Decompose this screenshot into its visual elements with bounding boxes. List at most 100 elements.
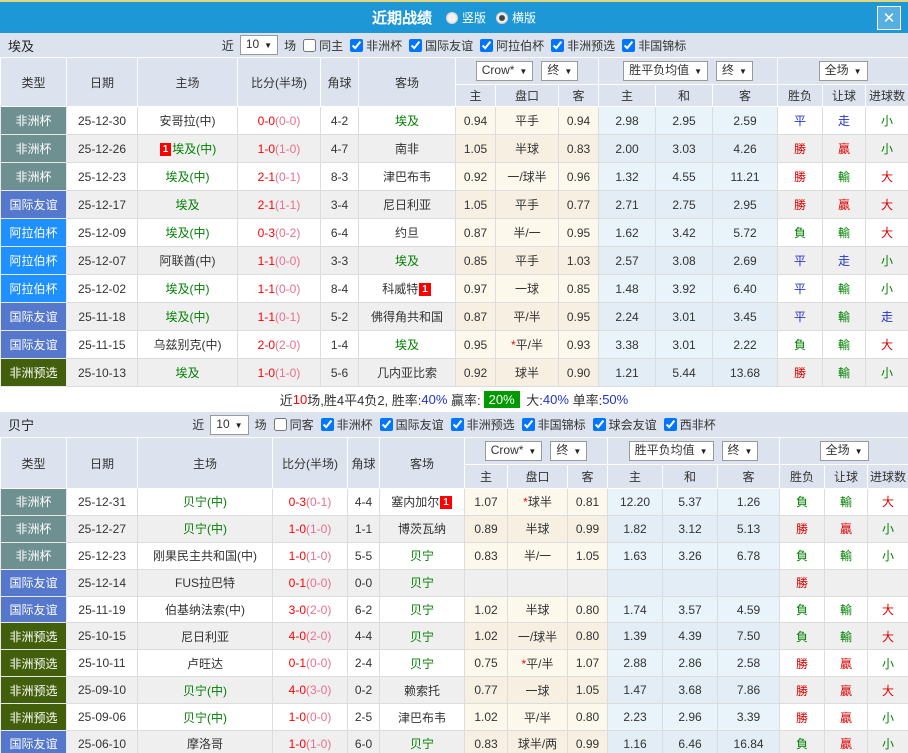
result-wl-cell: 負 [779,488,826,516]
handicap-text: 平手 [514,254,539,268]
avg-draw-cell: 2.86 [662,649,719,678]
match-count-select[interactable]: 10 ▼ [239,35,279,55]
vertical-layout-radio[interactable] [445,11,458,24]
result-goals-cell: 大 [867,488,908,516]
same-venue-checkbox[interactable] [273,418,287,431]
competition-label: 非洲杯 [336,418,373,432]
competition-checkbox[interactable] [320,418,334,431]
team-name: 科威特 [382,282,419,296]
fulltime-score: 1-0 [257,365,275,380]
result-handicap-cell: 輸 [822,274,867,303]
competition-checkbox[interactable] [350,38,364,52]
competition-label: 球会友谊 [608,418,657,432]
result-wl-cell: 負 [779,595,826,624]
same-venue-checkbox[interactable] [303,38,317,52]
benin-results-table: 类型 日期 主场 比分(半场) 角球 客场 Crow* ▼ 终 ▼ 胜平负均值 ▼ 终 ▼ … [0,437,908,753]
avg-home-cell: 1.32 [598,162,657,191]
fulltime-score: 2-1 [257,197,275,212]
competition-checkbox[interactable] [663,418,677,431]
team-name: 卢旺达 [186,656,223,671]
away-team-cell: 贝宁 [379,730,465,753]
date-cell: 25-12-07 [66,246,138,275]
result-text: 輸 [840,629,853,644]
corners-cell: 5-2 [320,302,359,331]
score-cell: 0-3(0-2) [237,218,321,247]
result-handicap-cell: 贏 [822,190,867,219]
halftime-score: (1-0) [306,521,332,536]
score-cell: 3-0(2-0) [272,595,348,624]
avg-away-cell: 4.26 [712,134,779,163]
fulltime-score: 0-3 [257,225,275,240]
team-name: 埃及 [175,198,200,212]
vertical-layout-label[interactable]: 竖版 [462,9,486,26]
competition-checkbox[interactable] [480,38,494,52]
scope-select[interactable]: 全场 ▼ [818,61,868,81]
competition-checkbox[interactable] [551,38,565,52]
odds-home-cell: 1.02 [464,595,508,624]
handicap-cell: 半/一 [495,218,559,247]
odds-time-select[interactable]: 终 ▼ [541,61,579,81]
type-cell: 非洲杯 [0,162,67,191]
odds-company-select[interactable]: Crow* ▼ [475,61,534,81]
result-text: 小 [882,549,895,564]
avg-home-cell: 2.71 [598,190,657,219]
competition-checkbox[interactable] [450,418,464,431]
match-count-select[interactable]: 10 ▼ [210,414,249,435]
col-avg-home: 主 [598,84,657,107]
result-text: 負 [796,549,809,564]
home-team-cell: 埃及(中) [137,302,238,331]
handicap-cell: 球半 [495,358,559,387]
team-name: 贝宁 [409,603,434,617]
competition-checkbox[interactable] [409,38,423,52]
away-team-cell: 贝宁 [379,622,465,651]
avg-time-select[interactable]: 终 ▼ [716,61,753,81]
avg-odds-select[interactable]: 胜平负均值 ▼ [628,441,714,461]
odds-home-cell: 1.07 [464,488,508,516]
close-button[interactable]: ✕ [877,6,901,30]
summary-part: 近 [279,393,293,408]
horizontal-layout-label[interactable]: 横版 [512,9,536,26]
odds-group-header: Crow* ▼ 终 ▼ [463,437,609,465]
competition-checkbox[interactable] [379,418,393,431]
result-handicap-cell: 贏 [822,134,867,163]
match-row: 非洲杯 25-12-23 刚果民主共和国(中) 1-0(1-0) 5-5 贝宁 0.83 半/… [0,541,908,570]
odds-home-cell: 0.92 [455,358,496,387]
home-team-cell: 贝宁(中) [137,676,273,705]
team-name-label: 埃及 [8,38,35,54]
home-team-cell: 乌兹别克(中) [137,330,238,359]
team-name: 乌兹别克(中) [153,338,222,352]
odds-company-select[interactable]: Crow* ▼ [484,441,543,461]
result-goals-cell: 小 [865,358,908,387]
handicap-cell: 一球 [507,676,568,705]
avg-draw-cell: 2.96 [662,703,719,732]
fulltime-score: 0-1 [288,575,306,590]
handicap-text: 球半 [527,495,552,510]
result-text: 勝 [794,142,807,156]
avg-time-select[interactable]: 终 ▼ [721,441,759,461]
competition-checkbox[interactable] [521,418,535,431]
horizontal-layout-radio[interactable] [496,11,508,24]
odds-away-cell: 0.90 [557,358,600,387]
handicap-text: 平手 [514,198,539,212]
competition-checkbox[interactable] [622,38,636,52]
same-venue-label: 同主 [319,38,344,53]
result-text: 勝 [796,683,809,698]
odds-home-cell: 1.02 [464,703,508,732]
result-text: 小 [881,142,894,156]
scope-select[interactable]: 全场 ▼ [819,441,869,461]
col-result-goals: 进球数 [865,84,908,107]
competition-checkbox[interactable] [592,418,606,431]
avg-away-cell: 1.26 [717,488,781,516]
result-wl-cell: 負 [779,541,826,570]
result-wl-cell: 勝 [779,703,826,732]
team-name: 贝宁 [409,656,434,671]
avg-odds-select[interactable]: 胜平负均值 ▼ [623,61,709,81]
score-cell: 2-1(0-1) [237,162,321,191]
match-row: 阿拉伯杯 25-12-09 埃及(中) 0-3(0-2) 6-4 约旦 0.87 半/一 0.9… [0,218,908,247]
summary-part: 贏率: [447,393,481,408]
score-cell: 1-0(1-0) [272,730,348,753]
avg-home-cell: 2.23 [607,703,664,732]
col-result-handicap: 让球 [824,464,869,489]
col-odds-home: 主 [455,84,496,107]
odds-time-select[interactable]: 终 ▼ [550,441,588,461]
